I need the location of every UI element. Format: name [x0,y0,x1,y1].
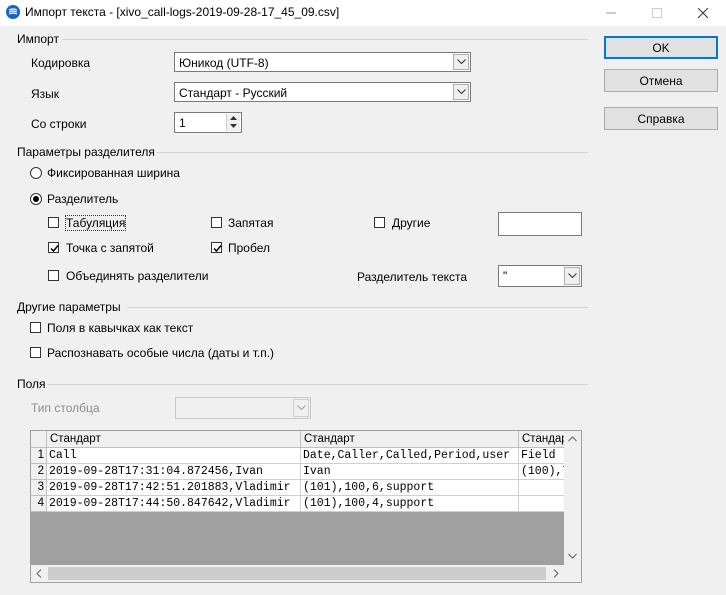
close-button[interactable] [680,0,726,26]
title-bar: Импорт текста - [xivo_call-logs-2019-09-… [0,0,726,26]
scroll-corner [564,565,581,582]
grid-cell: (100),7 [519,464,565,480]
space-checkbox[interactable] [211,242,222,253]
grid-cell: (101),100,6,support [301,480,519,496]
chevron-up-icon[interactable] [230,116,237,121]
fixed-width-label[interactable]: Фиксированная ширина [47,166,180,180]
detect-special-checkbox[interactable] [30,347,41,358]
row-number: 4 [31,496,47,512]
preview-grid[interactable]: Стандарт Стандарт Стандар 1 Call Date,Ca… [30,430,582,583]
close-icon [698,8,708,18]
row-number: 3 [31,480,47,496]
text-delimiter-select[interactable]: " [498,265,582,287]
import-divider [62,39,588,40]
grid-cell: Field [519,448,565,464]
fixed-width-radio[interactable] [30,167,42,179]
encoding-value: Юникод (UTF-8) [179,56,269,70]
horizontal-scrollbar[interactable] [31,565,565,582]
separated-label[interactable]: Разделитель [47,192,118,206]
chevron-down-icon[interactable] [564,267,580,285]
minimize-icon [606,12,616,14]
app-logo-icon [6,5,20,19]
checkmark-icon [50,245,59,253]
other-checkbox[interactable] [374,217,385,228]
chevron-down-icon[interactable] [453,84,469,100]
grid-cell: Date,Caller,Called,Period,user [301,448,519,464]
tab-label[interactable]: Табуляция [64,215,127,231]
grid-corner [31,431,47,448]
grid-empty-area [31,512,565,565]
scroll-left-icon[interactable] [36,569,42,578]
semicolon-label[interactable]: Точка с запятой [66,241,154,255]
chevron-down-icon[interactable] [453,54,469,70]
text-delimiter-label: Разделитель текста [357,270,468,284]
vertical-scrollbar[interactable] [564,431,581,565]
import-section-header: Импорт [17,32,59,46]
grid-cell [519,496,565,512]
other-options-divider [127,307,588,308]
grid-cell: Ivan [301,464,519,480]
quoted-as-text-label[interactable]: Поля в кавычках как текст [47,321,193,335]
from-row-label: Со строки [31,117,87,131]
comma-label[interactable]: Запятая [228,216,273,230]
ok-button[interactable]: OK [604,36,718,59]
other-options-section-label: Другие параметры [17,300,121,314]
maximize-icon [652,8,662,18]
fields-section-label: Поля [17,377,46,391]
grid-cell: 2019-09-28T17:44:50.847642,Vladimir [47,496,301,512]
from-row-value: 1 [179,116,186,130]
grid-cell [519,480,565,496]
scroll-down-icon[interactable] [568,553,577,559]
help-button[interactable]: Справка [604,107,718,130]
encoding-select[interactable]: Юникод (UTF-8) [174,52,471,72]
scroll-up-icon[interactable] [568,436,577,442]
language-value: Стандарт - Русский [179,86,288,100]
fields-divider [47,384,588,385]
horizontal-scroll-thumb[interactable] [48,567,546,580]
column-header[interactable]: Стандар [519,431,565,448]
language-label: Язык [31,87,60,101]
grid-cell: Call [47,448,301,464]
separator-section-label: Параметры разделителя [17,145,155,159]
window-title: Импорт текста - [xivo_call-logs-2019-09-… [25,5,340,19]
language-select[interactable]: Стандарт - Русский [174,82,471,102]
quoted-as-text-checkbox[interactable] [30,322,41,333]
other-separator-input[interactable] [498,212,582,236]
chevron-down-icon[interactable] [293,399,309,417]
comma-checkbox[interactable] [211,217,222,228]
chevron-down-icon[interactable] [230,124,237,129]
space-label[interactable]: Пробел [228,241,270,255]
separator-divider [157,152,588,153]
column-header[interactable]: Стандарт [47,431,301,448]
grid-cell: 2019-09-28T17:42:51.201883,Vladimir [47,480,301,496]
merge-checkbox[interactable] [48,270,59,281]
row-number: 2 [31,464,47,480]
other-label[interactable]: Другие [392,216,430,230]
maximize-button[interactable] [634,0,680,26]
column-type-label: Тип столбца [31,401,100,415]
column-type-select[interactable] [175,397,311,419]
merge-label[interactable]: Объединять разделители [66,269,208,283]
separated-radio[interactable] [30,193,42,205]
checkmark-icon [213,245,222,253]
spinner-buttons[interactable] [226,114,240,131]
grid-cell: (101),100,4,support [301,496,519,512]
grid-cell: 2019-09-28T17:31:04.872456,Ivan [47,464,301,480]
tab-checkbox[interactable] [48,217,59,228]
text-delimiter-value: " [503,269,508,283]
minimize-button[interactable] [588,0,634,26]
encoding-label: Кодировка [31,56,91,70]
semicolon-checkbox[interactable] [48,242,59,253]
detect-special-label[interactable]: Распознавать особые числа (даты и т.п.) [47,346,274,360]
column-header[interactable]: Стандарт [301,431,519,448]
import-section-label: Импорт [17,32,59,46]
row-number: 1 [31,448,47,464]
from-row-spinner[interactable]: 1 [174,112,242,133]
cancel-button[interactable]: Отмена [604,69,718,92]
scroll-right-icon[interactable] [553,569,559,578]
